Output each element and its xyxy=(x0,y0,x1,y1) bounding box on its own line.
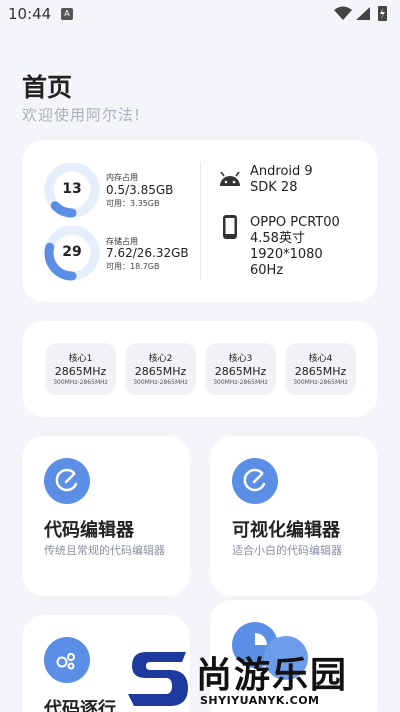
core-tile: 核心2 2865MHz 300MHz-2865MHz xyxy=(125,343,196,395)
code-editor-card[interactable]: 代码编辑器 传统且常规的代码编辑器 xyxy=(22,436,190,596)
ram-free: 可用：3.35GB xyxy=(106,199,160,208)
phone-icon xyxy=(223,215,237,239)
cpu-cores-card: 核心1 2865MHz 300MHz-2865MHz 核心2 2865MHz 3… xyxy=(22,321,378,417)
android-version: Android 9 xyxy=(250,164,313,179)
watermark: 尚游乐园 SHYIYUANYK.COM xyxy=(120,644,400,712)
tool-title: 代码编辑器 xyxy=(44,520,134,541)
core-range: 300MHz-2865MHz xyxy=(133,379,188,386)
ram-label: 内存占用 xyxy=(106,173,138,182)
ram-percent: 13 xyxy=(62,181,82,197)
visual-editor-card[interactable]: 可视化编辑器 适合小白的代码编辑器 xyxy=(210,436,378,596)
status-time: 10:44 xyxy=(8,5,52,23)
tool-description: 传统且常规的代码编辑器 xyxy=(44,544,165,557)
core-freq: 2865MHz xyxy=(214,365,267,378)
system-info-card: 13 内存占用 0.5/3.85GB 可用：3.35GB 29 存储占用 7.6… xyxy=(22,140,378,302)
tool-description: 适合小白的代码编辑器 xyxy=(232,544,342,557)
android-icon xyxy=(220,171,240,186)
core-tile: 核心3 2865MHz 300MHz-2865MHz xyxy=(205,343,276,395)
info-divider xyxy=(200,162,201,280)
tool-title: 代码逐行 xyxy=(44,699,116,712)
core-name: 核心4 xyxy=(308,354,333,364)
watermark-text: 尚游乐园 xyxy=(196,655,349,696)
core-freq: 2865MHz xyxy=(54,365,107,378)
device-model: OPPO PCRT00 xyxy=(250,215,340,230)
signal-icon xyxy=(356,7,370,20)
edit-icon xyxy=(232,458,278,504)
core-range: 300MHz-2865MHz xyxy=(293,379,348,386)
status-bar: 10:44 A xyxy=(0,0,400,30)
tool-title: 可视化编辑器 xyxy=(232,520,340,541)
storage-percent: 29 xyxy=(62,244,82,260)
core-name: 核心1 xyxy=(68,354,93,364)
core-freq: 2865MHz xyxy=(134,365,187,378)
wifi-icon xyxy=(334,6,352,20)
sdk-version: SDK 28 xyxy=(250,180,298,195)
edit-icon xyxy=(44,458,90,504)
core-name: 核心2 xyxy=(148,354,173,364)
core-range: 300MHz-2865MHz xyxy=(53,379,108,386)
status-icons xyxy=(334,6,387,21)
bubbles-icon xyxy=(44,637,90,683)
core-tile: 核心4 2865MHz 300MHz-2865MHz xyxy=(285,343,356,395)
core-name: 核心3 xyxy=(228,354,253,364)
refresh-rate: 60Hz xyxy=(250,263,284,278)
ram-value: 0.5/3.85GB xyxy=(106,183,174,197)
page-title: 首页 xyxy=(22,73,73,102)
storage-free: 可用：18.7GB xyxy=(106,262,160,271)
screen-size: 4.58英寸 xyxy=(250,231,305,246)
core-tile: 核心1 2865MHz 300MHz-2865MHz xyxy=(45,343,116,395)
storage-value: 7.62/26.32GB xyxy=(106,246,189,260)
notification-badge-icon: A xyxy=(61,8,73,20)
core-range: 300MHz-2865MHz xyxy=(213,379,268,386)
watermark-url: SHYIYUANYK.COM xyxy=(200,694,320,707)
watermark-logo-icon xyxy=(128,652,188,706)
core-freq: 2865MHz xyxy=(294,365,347,378)
page-subtitle: 欢迎使用阿尔法! xyxy=(22,106,142,124)
screen-resolution: 1920*1080 xyxy=(250,247,323,262)
